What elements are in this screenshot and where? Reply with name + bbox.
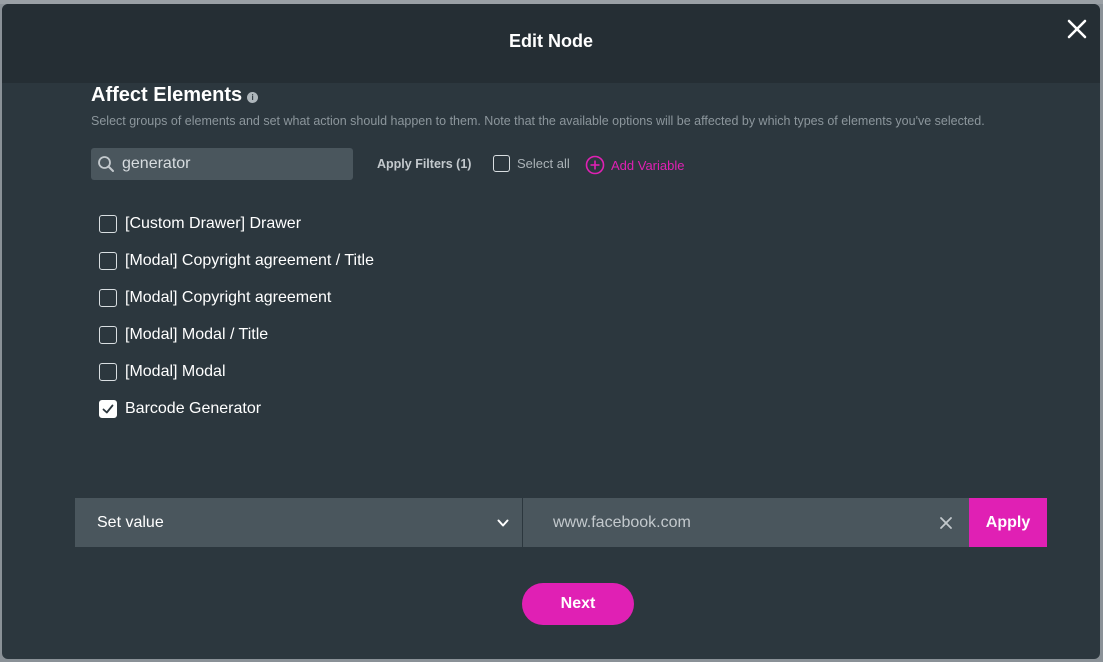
element-checkbox[interactable] (99, 288, 117, 307)
element-checkbox[interactable] (99, 325, 117, 344)
apply-button[interactable]: Apply (969, 498, 1047, 547)
apply-filters-button[interactable]: Apply Filters (1) (377, 157, 471, 171)
value-input[interactable] (553, 513, 939, 532)
chevron-down-icon (497, 519, 509, 526)
search-input[interactable] (122, 155, 332, 173)
list-item[interactable]: [Modal] Copyright agreement (99, 279, 374, 316)
close-icon (1067, 19, 1087, 39)
plus-circle-icon (585, 155, 605, 175)
select-all-label: Select all (517, 156, 570, 171)
list-item[interactable]: [Modal] Copyright agreement / Title (99, 242, 374, 279)
element-list: [Custom Drawer] Drawer [Modal] Copyright… (99, 205, 374, 427)
search-box[interactable] (91, 148, 353, 180)
element-label: Barcode Generator (125, 399, 262, 417)
dialog-header: Edit Node (2, 4, 1100, 83)
checkmark-icon (102, 404, 114, 413)
clear-value-button[interactable] (939, 516, 953, 530)
element-label: [Modal] Modal (125, 362, 226, 380)
element-label: [Custom Drawer] Drawer (125, 214, 302, 232)
element-label: [Modal] Copyright agreement / Title (125, 251, 375, 269)
element-checkbox-checked[interactable] (99, 399, 117, 418)
action-select[interactable]: Set value (75, 498, 522, 547)
select-all-box[interactable] (493, 155, 510, 172)
section-title: Affect Elements i (91, 84, 259, 107)
section-description: Select groups of elements and set what a… (91, 114, 985, 128)
list-item[interactable]: [Modal] Modal / Title (99, 316, 374, 353)
edit-node-dialog: Edit Node Affect Elements i Select group… (2, 4, 1100, 659)
list-item[interactable]: [Custom Drawer] Drawer (99, 205, 374, 242)
search-icon (98, 156, 114, 172)
element-label: [Modal] Copyright agreement (125, 288, 332, 306)
close-button[interactable] (1066, 18, 1088, 40)
add-variable-button[interactable]: Add Variable (585, 155, 684, 175)
add-variable-label: Add Variable (611, 157, 685, 173)
select-all-checkbox[interactable]: Select all (493, 155, 570, 172)
element-checkbox[interactable] (99, 214, 117, 233)
list-item[interactable]: Barcode Generator (99, 390, 374, 427)
section-title-text: Affect Elements (91, 84, 243, 106)
element-checkbox[interactable] (99, 362, 117, 381)
info-icon[interactable]: i (247, 92, 259, 103)
element-checkbox[interactable] (99, 251, 117, 270)
value-field[interactable] (523, 498, 969, 547)
element-label: [Modal] Modal / Title (125, 325, 269, 343)
action-select-value: Set value (97, 513, 164, 531)
close-icon (940, 516, 952, 529)
next-button[interactable]: Next (522, 583, 634, 625)
dialog-title: Edit Node (509, 31, 593, 51)
list-item[interactable]: [Modal] Modal (99, 353, 374, 390)
